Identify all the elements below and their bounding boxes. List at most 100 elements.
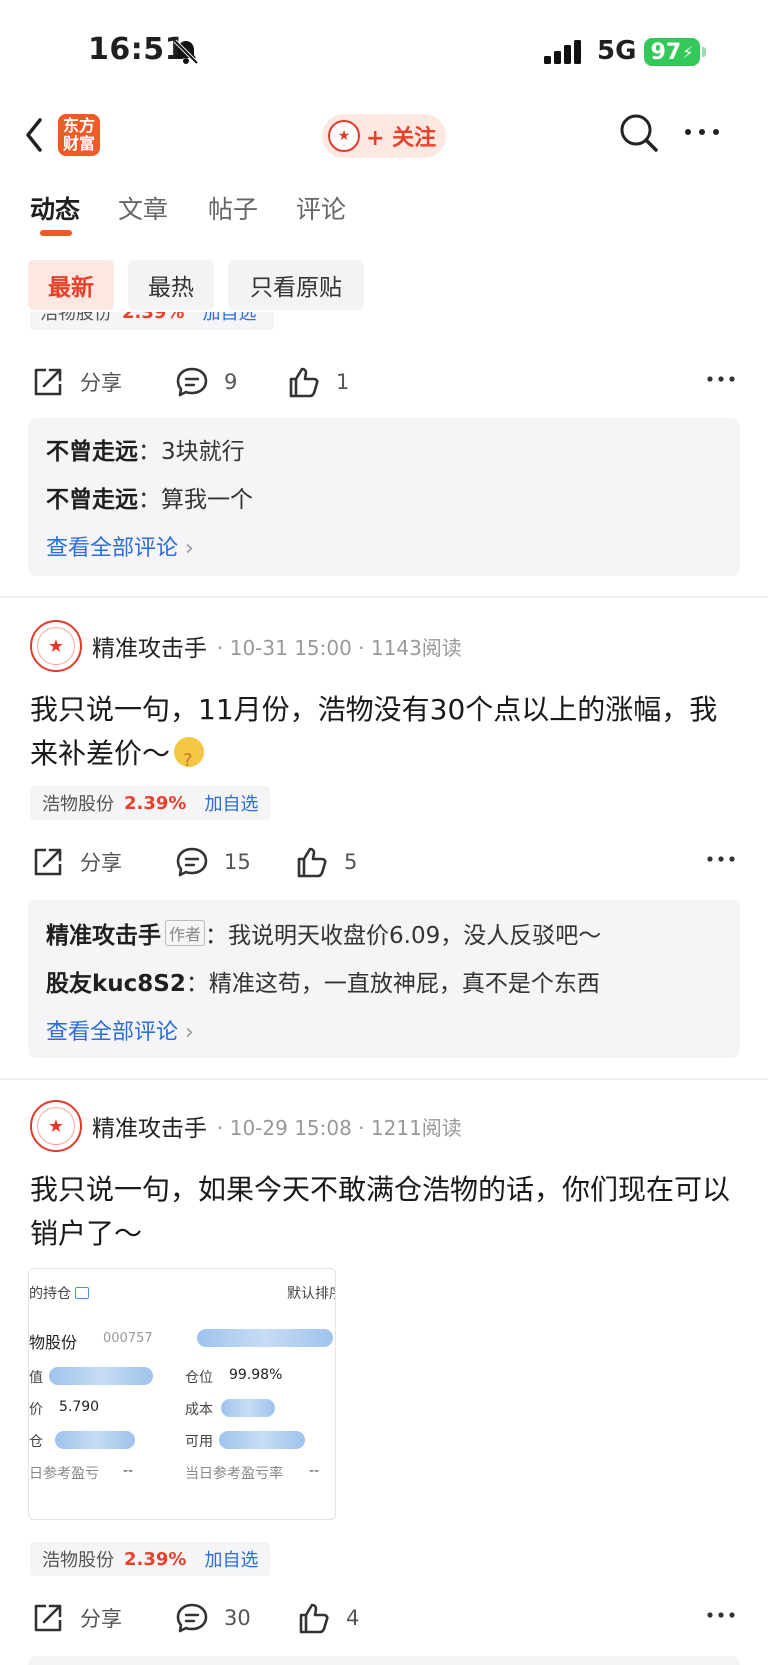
image-price-value: 5.790 xyxy=(59,1399,100,1415)
image-available-label: 可用 xyxy=(185,1434,213,1450)
comment-user: 精准攻击手 xyxy=(46,923,161,949)
app-logo: 东方财富 xyxy=(58,114,100,156)
follow-label: + 关注 xyxy=(366,126,437,151)
share-label: 分享 xyxy=(80,1607,122,1631)
battery-indicator: 97 ⚡ xyxy=(644,38,700,66)
stock-name: 浩物股份 xyxy=(42,1550,114,1571)
like-button[interactable]: 5 xyxy=(294,840,357,884)
post-author-row[interactable]: ★ 精准攻击手 · 10-31 15:00 · 1143阅读 xyxy=(30,620,730,672)
battery-nub xyxy=(702,47,706,57)
comment-user: 不曾走远 xyxy=(46,439,138,465)
post-image[interactable]: 的持仓 默认排序 物股份 000757 值 仓位 99.98% 价 5.790 … xyxy=(28,1268,336,1520)
comment-user: 不曾走远 xyxy=(46,487,138,513)
stock-name: 浩物股份 xyxy=(40,312,112,324)
comment-item[interactable]: 精准攻击手 作者 ：我说明天收盘价6.09，没人反驳吧～ xyxy=(46,916,601,950)
author-name[interactable]: 精准攻击手 xyxy=(92,629,207,663)
filter-original-only[interactable]: 只看原贴 xyxy=(228,260,364,310)
more-icon[interactable] xyxy=(706,1610,736,1620)
image-daily-rate-value: -- xyxy=(309,1463,320,1479)
add-watchlist-link[interactable]: 加自选 xyxy=(204,790,258,816)
comment-icon xyxy=(176,847,208,877)
stock-tag-cut[interactable]: 浩物股份 2.39% 加自选 xyxy=(30,312,274,342)
comment-text: ：3块就行 xyxy=(138,439,245,465)
image-daily-rate-label: 当日参考盈亏率 xyxy=(185,1466,283,1482)
post-content[interactable]: 我只说一句，11月份，浩物没有30个点以上的涨幅，我来补差价～ xyxy=(30,688,730,783)
post-content[interactable]: 我只说一句，如果今天不敢满仓浩物的话，你们现在可以销户了～ xyxy=(30,1168,730,1256)
comment-preview-cut xyxy=(28,1656,740,1665)
like-button[interactable]: 1 xyxy=(286,360,349,404)
image-header-left: 的持仓 xyxy=(29,1283,89,1303)
like-button[interactable]: 4 xyxy=(296,1596,359,1640)
share-label: 分享 xyxy=(80,851,122,875)
comment-button[interactable]: 9 xyxy=(174,360,237,404)
image-stock-code: 000757 xyxy=(103,1331,153,1346)
post-author-row[interactable]: ★ 精准攻击手 · 10-29 15:08 · 1211阅读 xyxy=(30,1100,730,1152)
comment-button[interactable]: 15 xyxy=(174,840,251,884)
post-divider xyxy=(0,1078,768,1080)
stock-name: 浩物股份 xyxy=(42,794,114,815)
comment-item[interactable]: 不曾走远：3块就行 xyxy=(46,432,245,466)
image-value-label: 值 xyxy=(29,1370,43,1386)
share-button[interactable]: 分享 xyxy=(30,360,122,404)
add-watchlist-link[interactable]: 加自选 xyxy=(204,1546,258,1572)
filter-latest[interactable]: 最新 xyxy=(28,260,114,310)
tab-posts[interactable]: 帖子 xyxy=(208,190,258,226)
share-button[interactable]: 分享 xyxy=(30,1596,122,1640)
blurred-region xyxy=(219,1431,305,1449)
comment-text: ：我说明天收盘价6.09，没人反驳吧～ xyxy=(205,923,602,949)
comment-preview: 不曾走远：3块就行 不曾走远：算我一个 查看全部评论 › xyxy=(28,418,740,576)
more-icon[interactable] xyxy=(682,124,722,140)
search-icon[interactable] xyxy=(618,112,660,154)
image-daily-pnl-label: 日参考盈亏 xyxy=(29,1466,99,1482)
image-cost-label: 成本 xyxy=(185,1402,213,1418)
comment-button[interactable]: 30 xyxy=(174,1596,251,1640)
view-all-label: 查看全部评论 xyxy=(46,1020,179,1045)
add-watchlist-link[interactable]: 加自选 xyxy=(202,312,256,325)
stock-change: 2.39% xyxy=(122,312,185,323)
tab-comments[interactable]: 评论 xyxy=(296,190,346,226)
share-button[interactable]: 分享 xyxy=(30,840,122,884)
nav-bar: 东方财富 ★ + 关注 xyxy=(0,100,768,172)
filter-hottest[interactable]: 最热 xyxy=(128,260,214,310)
author-avatar[interactable]: ★ xyxy=(30,1100,82,1152)
author-avatar[interactable]: ★ xyxy=(30,620,82,672)
tab-dongtai[interactable]: 动态 xyxy=(30,190,80,226)
tab-active-indicator xyxy=(40,230,72,236)
like-count: 4 xyxy=(346,1606,360,1630)
image-hold-label: 仓 xyxy=(29,1434,43,1450)
post-actions: 分享 15 5 xyxy=(30,840,740,884)
view-all-comments-link[interactable]: 查看全部评论 › xyxy=(46,1014,194,1046)
signal-icon xyxy=(544,40,581,64)
post-meta: · 10-29 15:08 · 1211阅读 xyxy=(217,1115,462,1140)
stock-tag[interactable]: 浩物股份 2.39% 加自选 xyxy=(30,1542,271,1576)
thinking-emoji-icon xyxy=(174,737,205,783)
comment-icon xyxy=(176,1603,208,1633)
chevron-right-icon: › xyxy=(185,536,194,561)
thumbs-up-icon xyxy=(297,847,327,878)
profile-tabs: 动态 文章 帖子 评论 xyxy=(0,176,768,240)
post-actions: 分享 9 1 xyxy=(30,360,740,404)
view-all-label: 查看全部评论 xyxy=(46,536,179,561)
status-bar: 16:51 5G 97 ⚡ xyxy=(0,0,768,100)
author-name[interactable]: 精准攻击手 xyxy=(92,1109,207,1143)
comment-preview: 精准攻击手 作者 ：我说明天收盘价6.09，没人反驳吧～ 股友kuc8S2：精准这苟… xyxy=(28,900,740,1058)
post-text: 我只说一句，如果今天不敢满仓浩物的话，你们现在可以销户了～ xyxy=(30,1173,731,1250)
share-icon xyxy=(34,848,62,876)
follow-button[interactable]: ★ + 关注 xyxy=(322,114,446,158)
blurred-region xyxy=(55,1431,135,1449)
post-actions: 分享 30 4 xyxy=(30,1596,740,1640)
thumbs-up-icon xyxy=(289,367,319,398)
view-all-comments-link[interactable]: 查看全部评论 › xyxy=(46,530,194,562)
tab-articles[interactable]: 文章 xyxy=(118,190,168,226)
comment-item[interactable]: 股友kuc8S2：精准这苟，一直放神屁，真不是个东西 xyxy=(46,964,600,998)
image-price-label: 价 xyxy=(29,1402,43,1418)
more-icon[interactable] xyxy=(706,374,736,384)
back-icon[interactable] xyxy=(20,112,52,158)
comment-text: ：精准这苟，一直放神屁，真不是个东西 xyxy=(185,971,600,997)
image-stock-name: 物股份 xyxy=(29,1333,78,1352)
comment-item[interactable]: 不曾走远：算我一个 xyxy=(46,480,253,514)
list-icon xyxy=(75,1287,89,1299)
more-icon[interactable] xyxy=(706,854,736,864)
like-count: 5 xyxy=(344,850,358,874)
stock-tag[interactable]: 浩物股份 2.39% 加自选 xyxy=(30,786,271,820)
